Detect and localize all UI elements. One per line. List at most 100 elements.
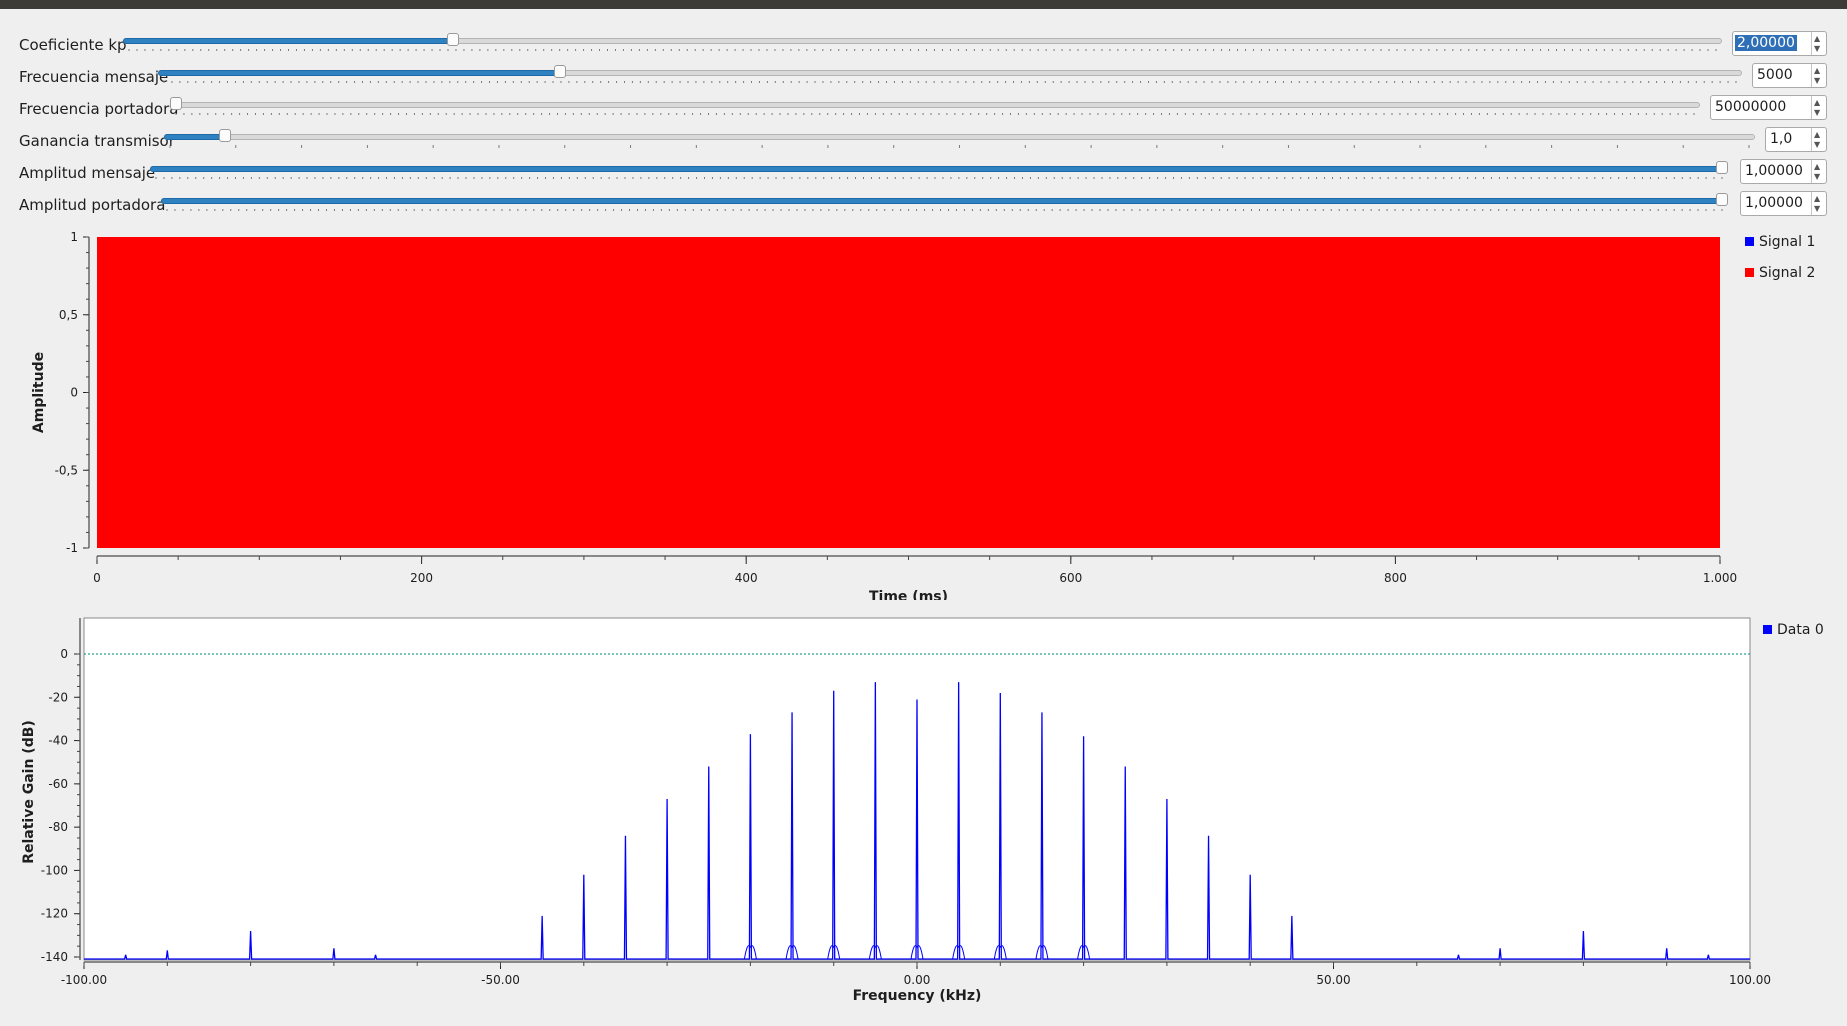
control-row-ganancia-transmisor: Ganancia transmisor 1,0 ▲ ▼ bbox=[0, 124, 1847, 156]
spinbox-value[interactable]: 1,0 bbox=[1770, 131, 1792, 147]
x-tick-label: -100.00 bbox=[61, 973, 107, 987]
slider-ticks bbox=[169, 145, 1750, 148]
y-axis-title: Amplitude bbox=[31, 352, 47, 433]
x-tick-label: 0.00 bbox=[904, 973, 931, 987]
x-tick-label: 0 bbox=[93, 571, 101, 585]
x-tick-label: 200 bbox=[410, 571, 433, 585]
x-tick-label: 400 bbox=[735, 571, 758, 585]
spinbox-arrows[interactable]: ▲ ▼ bbox=[1811, 160, 1826, 183]
slider-fill bbox=[158, 70, 560, 76]
frequency-domain-plot[interactable]: 0 -20 -40 -60 -80 -100 -120 -140 -100.00 -50.00 0.… bbox=[0, 610, 1847, 1010]
control-label: Frecuencia portadora bbox=[19, 100, 179, 118]
arrow-down-icon[interactable]: ▼ bbox=[1814, 109, 1820, 117]
arrow-up-icon[interactable]: ▲ bbox=[1814, 195, 1820, 203]
control-row-amplitud-mensaje: Amplitud mensaje 1,00000 ▲ ▼ bbox=[0, 156, 1847, 188]
legend-item-signal-1[interactable]: Signal 1 bbox=[1745, 234, 1815, 250]
spinbox-arrows[interactable]: ▲ ▼ bbox=[1811, 64, 1826, 87]
slider-frecuencia-mensaje[interactable] bbox=[158, 65, 1742, 87]
spinbox-kp[interactable]: 2,00000 ▲ ▼ bbox=[1732, 31, 1827, 56]
slider-ticks bbox=[163, 81, 1737, 83]
control-label: Ganancia transmisor bbox=[19, 132, 175, 150]
y-tick-label: 0 bbox=[60, 647, 68, 661]
slider-fill bbox=[164, 134, 225, 140]
y-tick-label: -80 bbox=[48, 820, 68, 834]
slider-handle[interactable] bbox=[447, 33, 459, 46]
x-tick-label: 1.000 bbox=[1703, 571, 1737, 585]
y-tick-label: 0 bbox=[70, 386, 78, 400]
slider-ticks bbox=[155, 177, 1723, 179]
spinbox-arrows[interactable]: ▲ ▼ bbox=[1811, 128, 1826, 151]
legend-item-signal-2[interactable]: Signal 2 bbox=[1745, 265, 1815, 281]
x-tick-label: 800 bbox=[1384, 571, 1407, 585]
y-tick-label: -140 bbox=[41, 950, 68, 964]
spinbox-value[interactable]: 1,00000 bbox=[1745, 195, 1803, 211]
y-tick-label: -40 bbox=[48, 734, 68, 748]
slider-handle[interactable] bbox=[554, 65, 566, 78]
spinbox-amplitud-mensaje[interactable]: 1,00000 ▲ ▼ bbox=[1740, 159, 1827, 184]
y-tick-label: -120 bbox=[41, 907, 68, 921]
slider-handle[interactable] bbox=[1716, 161, 1728, 174]
control-label: Amplitud portadora bbox=[19, 196, 166, 214]
arrow-up-icon[interactable]: ▲ bbox=[1814, 99, 1820, 107]
time-plot-legend: Signal 1 Signal 2 bbox=[1745, 234, 1845, 294]
arrow-down-icon[interactable]: ▼ bbox=[1814, 205, 1820, 213]
control-row-frecuencia-portadora: Frecuencia portadora 50000000 ▲ ▼ bbox=[0, 92, 1847, 124]
slider-ticks bbox=[128, 49, 1717, 51]
spinbox-arrows[interactable]: ▲ ▼ bbox=[1811, 96, 1826, 119]
arrow-up-icon[interactable]: ▲ bbox=[1814, 131, 1820, 139]
arrow-up-icon[interactable]: ▲ bbox=[1814, 35, 1820, 43]
slider-handle[interactable] bbox=[170, 97, 182, 110]
window-top-bar bbox=[0, 0, 1847, 9]
spinbox-value[interactable]: 2,00000 bbox=[1735, 35, 1797, 51]
slider-fill bbox=[150, 166, 1722, 172]
legend-swatch-icon bbox=[1745, 237, 1754, 246]
arrow-up-icon[interactable]: ▲ bbox=[1814, 163, 1820, 171]
x-tick-label: 600 bbox=[1059, 571, 1082, 585]
x-tick-label: 50.00 bbox=[1316, 973, 1350, 987]
control-label: Coeficiente kp bbox=[19, 36, 127, 54]
x-tick-label: 100.00 bbox=[1729, 973, 1771, 987]
arrow-down-icon[interactable]: ▼ bbox=[1814, 173, 1820, 181]
slider-amplitud-mensaje[interactable] bbox=[150, 161, 1728, 183]
arrow-down-icon[interactable]: ▼ bbox=[1814, 45, 1820, 53]
y-tick-label: -20 bbox=[48, 690, 68, 704]
control-row-amplitud-portadora: Amplitud portadora 1,00000 ▲ ▼ bbox=[0, 188, 1847, 220]
x-tick-label: -50.00 bbox=[481, 973, 520, 987]
signal-2-trace bbox=[97, 237, 1720, 548]
slider-amplitud-portadora[interactable] bbox=[161, 193, 1728, 215]
y-tick-label: -0,5 bbox=[55, 463, 78, 477]
slider-kp[interactable] bbox=[123, 33, 1722, 55]
time-domain-plot[interactable]: 1 0,5 0 -0,5 -1 0 200 400 600 800 1.000 Time (ms) Am… bbox=[0, 225, 1847, 600]
freq-plot-legend: Data 0 bbox=[1763, 622, 1847, 646]
legend-swatch-icon bbox=[1745, 268, 1754, 277]
slider-handle[interactable] bbox=[1716, 193, 1728, 206]
spinbox-amplitud-portadora[interactable]: 1,00000 ▲ ▼ bbox=[1740, 191, 1827, 216]
slider-frecuencia-portadora[interactable] bbox=[170, 97, 1700, 119]
spinbox-value[interactable]: 50000000 bbox=[1715, 99, 1786, 115]
legend-swatch-icon bbox=[1763, 625, 1772, 634]
control-row-frecuencia-mensaje: Frecuencia mensaje 5000 ▲ ▼ bbox=[0, 60, 1847, 92]
control-row-kp: Coeficiente kp 2,00000 ▲ ▼ bbox=[0, 28, 1847, 60]
x-axis-title: Time (ms) bbox=[869, 589, 948, 600]
spinbox-frecuencia-mensaje[interactable]: 5000 ▲ ▼ bbox=[1752, 63, 1827, 88]
spinbox-ganancia-transmisor[interactable]: 1,0 ▲ ▼ bbox=[1765, 127, 1827, 152]
spinbox-frecuencia-portadora[interactable]: 50000000 ▲ ▼ bbox=[1710, 95, 1827, 120]
arrow-up-icon[interactable]: ▲ bbox=[1814, 67, 1820, 75]
legend-item-data-0[interactable]: Data 0 bbox=[1763, 622, 1824, 638]
spinbox-value[interactable]: 1,00000 bbox=[1745, 163, 1803, 179]
slider-groove bbox=[170, 102, 1700, 108]
slider-handle[interactable] bbox=[219, 129, 231, 142]
slider-fill bbox=[123, 38, 453, 44]
slider-ganancia-transmisor[interactable] bbox=[164, 129, 1755, 151]
y-tick-label: -60 bbox=[48, 777, 68, 791]
spinbox-arrows[interactable]: ▲ ▼ bbox=[1811, 32, 1826, 55]
spinbox-value[interactable]: 5000 bbox=[1757, 67, 1793, 83]
arrow-down-icon[interactable]: ▼ bbox=[1814, 77, 1820, 85]
arrow-down-icon[interactable]: ▼ bbox=[1814, 141, 1820, 149]
slider-ticks bbox=[166, 209, 1723, 211]
spinbox-arrows[interactable]: ▲ ▼ bbox=[1811, 192, 1826, 215]
legend-label: Data 0 bbox=[1777, 622, 1824, 638]
y-tick-label: 0,5 bbox=[59, 308, 78, 322]
y-tick-label: -100 bbox=[41, 863, 68, 877]
slider-ticks bbox=[175, 113, 1695, 115]
